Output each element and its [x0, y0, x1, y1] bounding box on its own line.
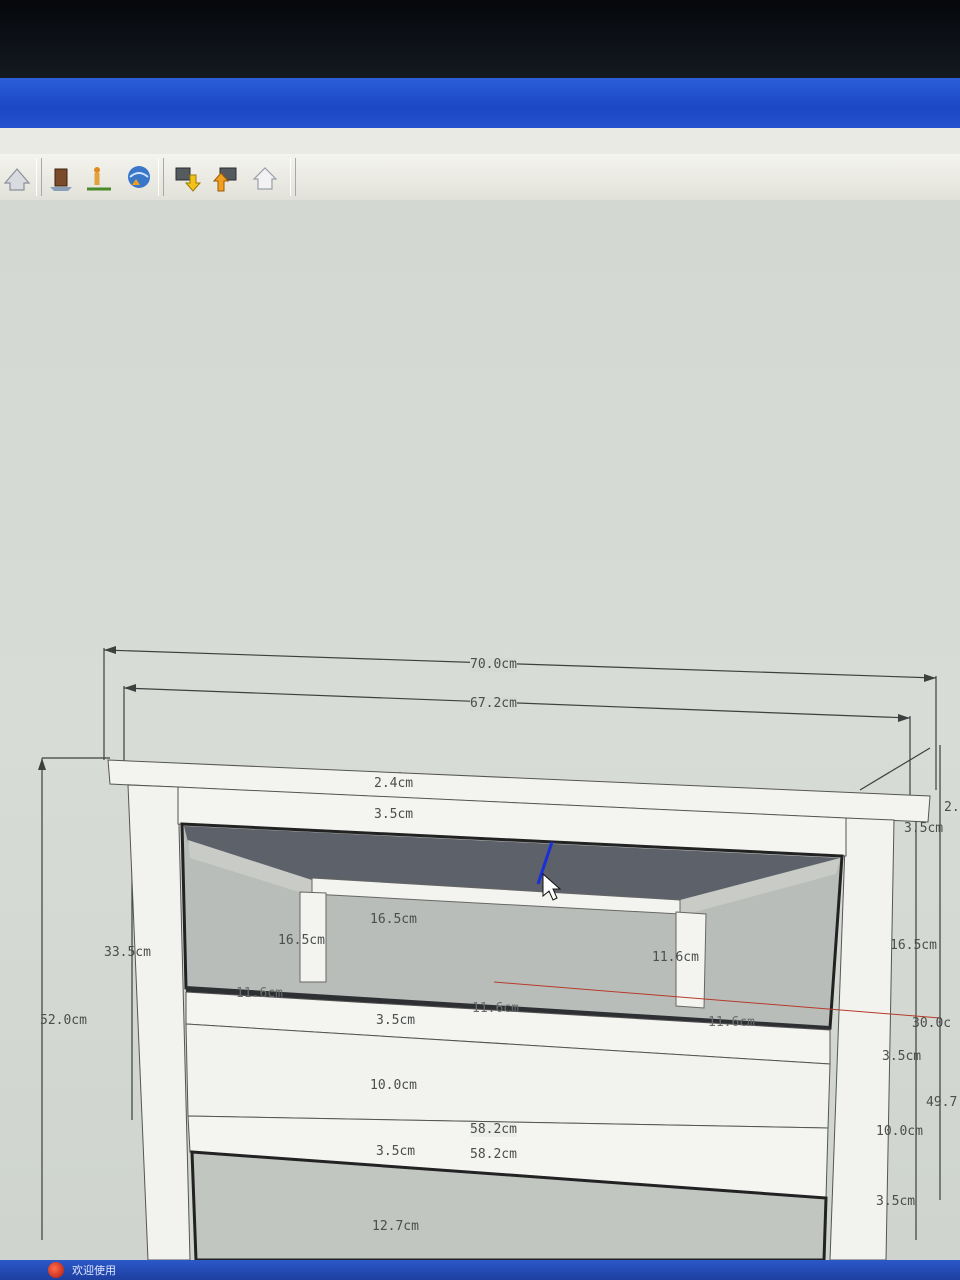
dim-right-lower-rail: 3.5cm: [876, 1194, 916, 1209]
dim-bottom-mid: 11.6cm: [472, 1001, 519, 1016]
dim-right-depth: 30.0c: [912, 1016, 952, 1031]
dim-opening-height-inner: 16.5cm: [278, 933, 325, 948]
dim-total-height: 52.0cm: [40, 1013, 87, 1028]
window-titlebar[interactable]: [0, 78, 960, 128]
component-download-icon[interactable]: [170, 162, 204, 194]
dim-lower-opening: 12.7cm: [372, 1219, 419, 1234]
dim-drawer-height: 10.0cm: [370, 1078, 417, 1093]
taskbar: 欢迎使用: [0, 1260, 960, 1280]
globe-upload-icon[interactable]: [120, 162, 154, 194]
dim-top-thickness: 2.4cm: [374, 776, 414, 791]
dim-right-top-small: 2.: [944, 800, 960, 815]
dim-side-height: 33.5cm: [104, 945, 151, 960]
warehouse-share-icon[interactable]: [248, 162, 282, 194]
dim-apron-height: 3.5cm: [374, 807, 414, 822]
dim-right-opening: 16.5cm: [890, 938, 937, 953]
building-model-icon[interactable]: [44, 162, 78, 194]
toolbar: [0, 154, 960, 201]
house-view-icon[interactable]: [0, 162, 34, 194]
dim-bottom-right: 11.6cm: [708, 1015, 755, 1030]
3d-viewport[interactable]: 70.0cm 67.2cm 2.4cm 3.5cm 16.5cm 16.5cm …: [0, 200, 960, 1260]
dim-right-rail: 3.5cm: [882, 1049, 922, 1064]
dim-inner-width: 67.2cm: [470, 696, 517, 711]
taskbar-item-label[interactable]: 欢迎使用: [72, 1262, 116, 1278]
dim-right-drawer: 10.0cm: [876, 1124, 923, 1139]
dim-rail-height: 3.5cm: [376, 1013, 416, 1028]
monitor-bezel: [0, 0, 960, 80]
dim-inner-depth: 11.6cm: [652, 950, 699, 965]
dim-right-side: 49.7: [926, 1095, 958, 1110]
person-locate-icon[interactable]: [82, 162, 116, 194]
dim-lower-rail: 3.5cm: [376, 1144, 416, 1159]
dim-overall-width: 70.0cm: [470, 657, 517, 672]
dim-opening-height: 16.5cm: [370, 912, 417, 927]
menu-bar[interactable]: [0, 128, 960, 154]
dim-shelf-width-lower: 58.2cm: [470, 1147, 517, 1162]
dim-shelf-width-upper: 58.2cm: [470, 1122, 517, 1137]
dim-right-apron: 3.5cm: [904, 821, 944, 836]
app-logo-icon[interactable]: [48, 1262, 64, 1278]
dim-bottom-left: 11.6cm: [236, 986, 283, 1001]
component-upload-icon[interactable]: [208, 162, 242, 194]
furniture-model[interactable]: [0, 200, 960, 1260]
